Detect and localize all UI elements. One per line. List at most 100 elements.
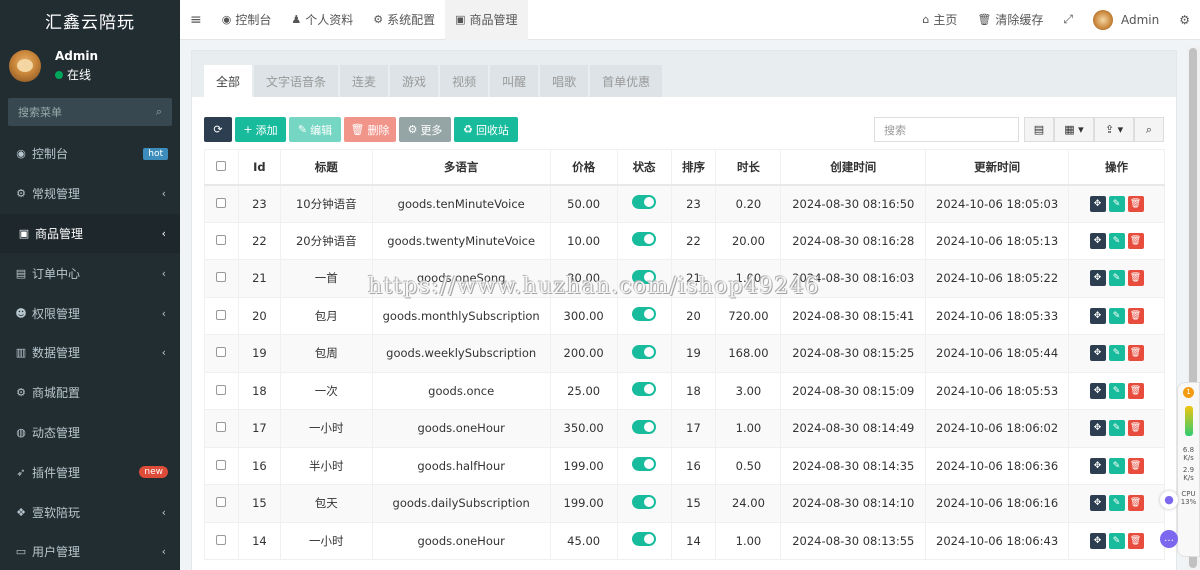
row-checkbox[interactable] — [204, 259, 239, 298]
tab-sing[interactable]: 唱歌 — [540, 65, 589, 97]
row-checkbox[interactable] — [204, 409, 239, 448]
table-row[interactable]: 17 一小时 goods.oneHour 350.00 17 1.00 2024-08-30… — [204, 409, 1165, 448]
sidebar-item-orders[interactable]: ▤ 订单中心 ‹ — [0, 253, 180, 293]
row-checkbox[interactable] — [204, 446, 239, 485]
drag-move-icon[interactable]: ✥ — [1089, 420, 1106, 437]
sidebar-search-input[interactable]: 搜索菜单 ⌕ — [8, 98, 172, 126]
col-created[interactable]: 创建时间 — [780, 149, 927, 186]
tab-goods[interactable]: ▣ 商品管理 — [445, 0, 528, 40]
tab-profile[interactable]: ♟ 个人资料 — [281, 0, 363, 40]
table-row[interactable]: 23 10分钟语音 goods.tenMinuteVoice 50.00 23 0.20 2… — [204, 184, 1165, 223]
sidebar-item-mall-config[interactable]: ⚙ 商城配置 — [0, 373, 180, 413]
row-checkbox[interactable] — [204, 371, 239, 410]
row-checkbox[interactable] — [204, 334, 239, 373]
sidebar-item-yiruan[interactable]: ❖ 壹软陪玩 ‹ — [0, 492, 180, 532]
delete-row-icon[interactable]: 🗑 — [1127, 345, 1144, 362]
search-icon[interactable]: ⌕ — [156, 105, 162, 119]
drag-move-icon[interactable]: ✥ — [1089, 195, 1106, 212]
edit-row-icon[interactable]: ✎ — [1108, 345, 1125, 362]
row-checkbox[interactable] — [204, 521, 239, 560]
status-toggle[interactable] — [632, 307, 657, 322]
user-menu[interactable]: Admin — [1083, 0, 1169, 40]
edit-row-icon[interactable]: ✎ — [1108, 232, 1125, 249]
checkbox[interactable] — [216, 384, 227, 395]
delete-row-icon[interactable]: 🗑 — [1127, 457, 1144, 474]
tab-first-order[interactable]: 首单优惠 — [590, 65, 663, 97]
sidebar-item-dashboard[interactable]: ◉ 控制台 hot — [0, 134, 180, 174]
row-checkbox[interactable] — [204, 296, 239, 335]
checkbox[interactable] — [216, 422, 227, 433]
col-title[interactable]: 标题 — [279, 149, 373, 186]
checkbox[interactable] — [216, 160, 227, 171]
drag-move-icon[interactable]: ✥ — [1089, 495, 1106, 512]
fullscreen-button[interactable]: ⤢ — [1053, 0, 1083, 40]
table-row[interactable]: 22 20分钟语音 goods.twentyMinuteVoice 10.00 22 20… — [204, 221, 1165, 260]
table-row[interactable]: 14 一小时 goods.oneHour 45.00 14 1.00 2024-08-30 … — [204, 521, 1165, 560]
status-toggle[interactable] — [632, 232, 657, 247]
edit-button[interactable]: ✎ 编辑 — [289, 117, 341, 142]
tab-game[interactable]: 游戏 — [390, 65, 439, 97]
edit-row-icon[interactable]: ✎ — [1108, 495, 1125, 512]
drag-move-icon[interactable]: ✥ — [1089, 532, 1106, 549]
drag-move-icon[interactable]: ✥ — [1089, 307, 1106, 324]
sidebar-item-plugins[interactable]: ➶ 插件管理 new — [0, 452, 180, 492]
checkbox[interactable] — [216, 347, 227, 358]
select-all-checkbox[interactable] — [204, 149, 239, 186]
edit-row-icon[interactable]: ✎ — [1108, 382, 1125, 399]
status-toggle[interactable] — [632, 419, 657, 434]
table-row[interactable]: 16 半小时 goods.halfHour 199.00 16 0.50 2024-08-3… — [204, 446, 1165, 485]
col-updated[interactable]: 更新时间 — [925, 149, 1069, 186]
tab-all[interactable]: 全部 — [204, 65, 253, 97]
status-toggle[interactable] — [632, 344, 657, 359]
checkbox[interactable] — [216, 234, 227, 245]
col-price[interactable]: 价格 — [549, 149, 618, 186]
delete-row-icon[interactable]: 🗑 — [1127, 307, 1144, 324]
col-status[interactable]: 状态 — [616, 149, 672, 186]
clear-cache-button[interactable]: 🗑 清除缓存 — [967, 0, 1053, 40]
row-checkbox[interactable] — [204, 184, 239, 223]
network-monitor-widget[interactable]: 1 6.8 K/s 2.9 K/s CPU 13% — [1177, 382, 1200, 557]
delete-row-icon[interactable]: 🗑 — [1127, 232, 1144, 249]
status-toggle[interactable] — [632, 457, 657, 472]
more-button[interactable]: ⚙ 更多 — [399, 117, 451, 142]
drag-move-icon[interactable]: ✥ — [1089, 457, 1106, 474]
tab-mic[interactable]: 连麦 — [340, 65, 389, 97]
delete-button[interactable]: 🗑 删除 — [344, 117, 396, 142]
tab-system-config[interactable]: ⚙ 系统配置 — [363, 0, 445, 40]
edit-row-icon[interactable]: ✎ — [1108, 457, 1125, 474]
checkbox[interactable] — [216, 459, 227, 470]
checkbox[interactable] — [216, 534, 227, 545]
row-checkbox[interactable] — [204, 221, 239, 260]
checkbox[interactable] — [216, 309, 227, 320]
status-toggle[interactable] — [632, 382, 657, 397]
sidebar-item-auth[interactable]: ☻ 权限管理 ‹ — [0, 293, 180, 333]
export-dropdown[interactable]: ⇪ ▾ — [1094, 117, 1134, 142]
col-duration[interactable]: 时长 — [715, 149, 782, 186]
status-toggle[interactable] — [632, 494, 657, 509]
drag-move-icon[interactable]: ✥ — [1089, 382, 1106, 399]
checkbox[interactable] — [216, 272, 227, 283]
sidebar-item-moments[interactable]: ◍ 动态管理 — [0, 413, 180, 453]
delete-row-icon[interactable]: 🗑 — [1127, 270, 1144, 287]
home-link[interactable]: ⌂ 主页 — [912, 0, 967, 40]
col-id[interactable]: Id — [237, 149, 281, 186]
tab-wakeup[interactable]: 叫醒 — [490, 65, 539, 97]
search-toggle-button[interactable]: ⌕ — [1134, 117, 1164, 142]
edit-row-icon[interactable]: ✎ — [1108, 420, 1125, 437]
brand-title[interactable]: 汇鑫云陪玩 — [0, 0, 180, 40]
refresh-button[interactable]: ⟳ — [204, 117, 232, 142]
delete-row-icon[interactable]: 🗑 — [1127, 532, 1144, 549]
sidebar-item-goods[interactable]: ▣ 商品管理 ‹ — [0, 213, 180, 254]
col-sort[interactable]: 排序 — [670, 149, 717, 186]
checkbox[interactable] — [216, 197, 227, 208]
tab-voice[interactable]: 文字语音条 — [254, 65, 339, 97]
delete-row-icon[interactable]: 🗑 — [1127, 420, 1144, 437]
chat-icon[interactable]: … — [1160, 530, 1178, 548]
col-i18n[interactable]: 多语言 — [371, 149, 551, 186]
columns-dropdown[interactable]: ▦ ▾ — [1054, 117, 1094, 142]
sidebar-item-general[interactable]: ⚙ 常规管理 ‹ — [0, 174, 180, 214]
sidebar-item-data[interactable]: ▥ 数据管理 ‹ — [0, 333, 180, 373]
recycle-bin-button[interactable]: ♻ 回收站 — [454, 117, 518, 142]
drag-move-icon[interactable]: ✥ — [1089, 345, 1106, 362]
drag-move-icon[interactable]: ✥ — [1089, 270, 1106, 287]
